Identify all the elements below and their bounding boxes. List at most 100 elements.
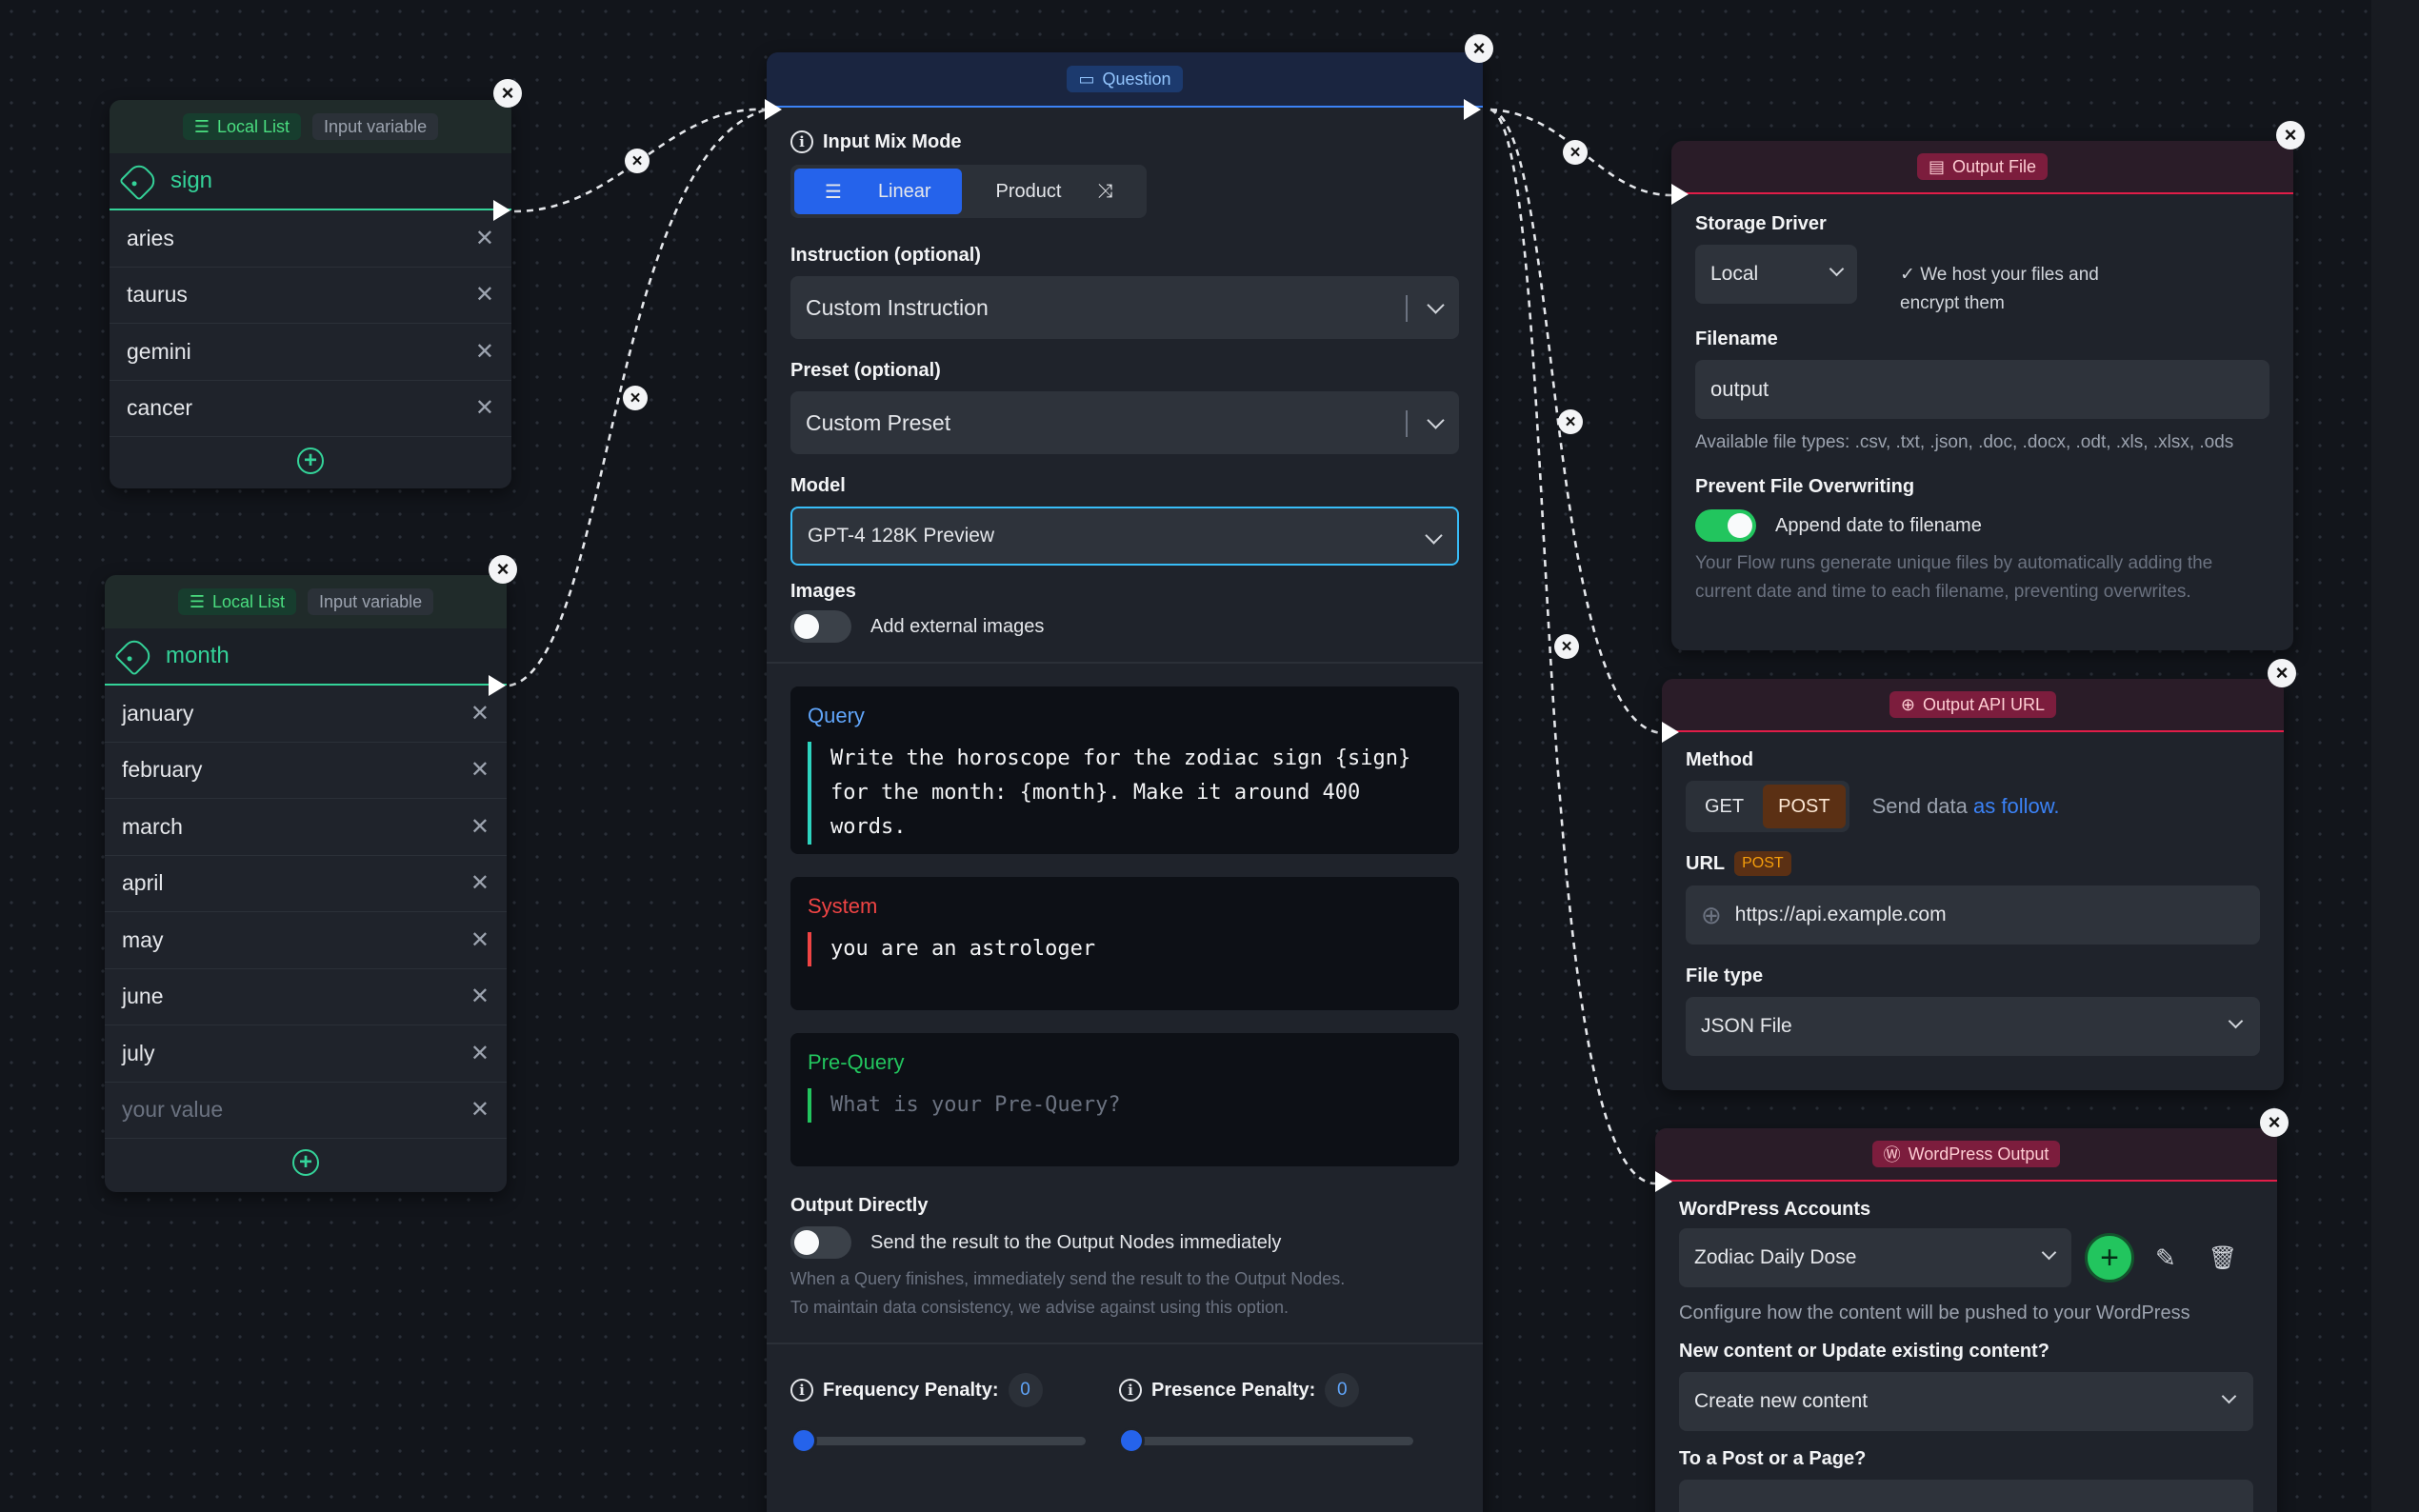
input-variable-tag: Input variable — [308, 588, 434, 615]
list-item[interactable]: march ✕ — [105, 799, 507, 856]
list-item[interactable]: taurus ✕ — [110, 268, 511, 324]
system-box[interactable]: System you are an astrologer — [790, 877, 1459, 1010]
output-directly-hint: When a Query finishes, immediately send … — [790, 1269, 1346, 1288]
list-item[interactable]: aries ✕ — [110, 210, 511, 268]
list-item[interactable]: january ✕ — [105, 686, 507, 743]
delete-node-icon[interactable]: × — [2276, 121, 2305, 149]
remove-item-icon[interactable]: ✕ — [470, 983, 490, 1010]
url-method-badge: POST — [1734, 851, 1791, 876]
prequery-box[interactable]: Pre-Query What is your Pre-Query? — [790, 1033, 1459, 1166]
output-handle[interactable] — [489, 675, 506, 696]
as-follow-link[interactable]: as follow. — [1973, 794, 2060, 818]
list-item[interactable]: cancer ✕ — [110, 381, 511, 437]
new-or-update-select[interactable]: Create new content — [1679, 1372, 2253, 1431]
remove-item-icon[interactable]: ✕ — [470, 1096, 490, 1124]
wire-delete-icon[interactable]: × — [1554, 634, 1579, 659]
method-get-button[interactable]: GET — [1689, 785, 1759, 828]
question-node[interactable]: ▭ Question i Input Mix Mode ☰ Linear Produ… — [767, 52, 1483, 1512]
remove-item-icon[interactable]: ✕ — [470, 700, 490, 727]
delete-node-icon[interactable]: × — [2260, 1108, 2289, 1137]
preset-select[interactable]: Custom Preset — [790, 391, 1459, 454]
mode-linear-button[interactable]: ☰ Linear — [794, 169, 962, 214]
output-api-node[interactable]: ⊕ Output API URL Method GET POST Send dat… — [1662, 679, 2284, 1090]
wordpress-accounts-label: WordPress Accounts — [1679, 1199, 1871, 1220]
output-file-node[interactable]: ▤ Output File Storage Driver Local ✓ We h… — [1671, 141, 2293, 650]
prequery-input[interactable]: What is your Pre-Query? — [808, 1088, 1442, 1123]
add-item-icon[interactable]: + — [292, 1149, 319, 1176]
input-handle[interactable] — [1655, 1171, 1672, 1192]
remove-item-icon[interactable]: ✕ — [475, 338, 494, 366]
remove-item-icon[interactable]: ✕ — [475, 225, 494, 252]
list-item[interactable]: april ✕ — [105, 856, 507, 912]
frequency-penalty-slider[interactable] — [798, 1437, 1086, 1445]
remove-item-icon[interactable]: ✕ — [475, 394, 494, 422]
mode-product-button[interactable]: Product ⤨ — [966, 169, 1144, 214]
remove-item-icon[interactable]: ✕ — [470, 1040, 490, 1067]
url-input[interactable]: ⊕ https://api.example.com — [1686, 885, 2260, 945]
input-mix-mode-label: Input Mix Mode — [823, 130, 962, 152]
list-item[interactable]: june ✕ — [105, 969, 507, 1025]
wire-delete-icon[interactable]: × — [1563, 140, 1588, 165]
delete-node-icon[interactable]: × — [1465, 34, 1493, 63]
remove-item-icon[interactable]: ✕ — [470, 756, 490, 784]
remove-item-icon[interactable]: ✕ — [475, 281, 494, 308]
model-select[interactable]: GPT-4 128K Preview — [790, 507, 1459, 566]
edit-icon[interactable]: ✎ — [2155, 1243, 2176, 1273]
variable-name[interactable]: sign — [170, 168, 212, 194]
wire-delete-icon[interactable]: × — [1558, 409, 1583, 434]
variable-name[interactable]: month — [166, 643, 230, 669]
output-file-badge: ▤ Output File — [1916, 153, 2049, 180]
remove-item-icon[interactable]: ✕ — [470, 813, 490, 841]
list-icon: ☰ — [189, 591, 205, 611]
delete-node-icon[interactable]: × — [489, 555, 517, 584]
wire-delete-icon[interactable]: × — [623, 386, 648, 410]
filename-input[interactable]: output — [1695, 360, 2269, 419]
storage-driver-select[interactable]: Local — [1695, 245, 1857, 304]
chevron-down-icon — [2221, 1388, 2237, 1404]
add-account-button[interactable]: + — [2085, 1233, 2134, 1283]
output-directly-toggle[interactable] — [790, 1226, 851, 1259]
wordpress-account-select[interactable]: Zodiac Daily Dose — [1679, 1228, 2071, 1287]
add-item-icon[interactable]: + — [297, 448, 324, 474]
remove-item-icon[interactable]: ✕ — [470, 926, 490, 954]
images-toggle[interactable] — [790, 610, 851, 643]
file-type-select[interactable]: JSON File — [1686, 997, 2260, 1056]
list-item[interactable]: july ✕ — [105, 1025, 507, 1083]
local-list-node-sign[interactable]: ☰ Local List Input variable sign aries ✕ t… — [110, 100, 511, 488]
output-handle[interactable] — [493, 200, 510, 221]
input-mix-mode-toggle[interactable]: ☰ Linear Product ⤨ — [790, 165, 1148, 218]
list-item[interactable]: gemini ✕ — [110, 324, 511, 381]
input-handle[interactable] — [1671, 184, 1689, 205]
input-handle[interactable] — [765, 99, 782, 120]
model-label: Model — [790, 475, 846, 496]
wordpress-output-node[interactable]: Ⓦ WordPress Output WordPress Accounts Zod… — [1655, 1128, 2277, 1512]
method-post-button[interactable]: POST — [1763, 785, 1846, 828]
info-icon[interactable]: i — [790, 1379, 813, 1402]
post-or-page-select[interactable] — [1679, 1480, 2253, 1512]
variable-name-row[interactable]: month — [105, 628, 507, 686]
new-item-input[interactable]: your value ✕ — [105, 1083, 507, 1139]
query-text[interactable]: Write the horoscope for the zodiac sign … — [808, 742, 1442, 845]
info-icon[interactable]: i — [790, 130, 813, 153]
variable-name-row[interactable]: sign — [110, 153, 511, 210]
info-icon[interactable]: i — [1119, 1379, 1142, 1402]
local-list-node-month[interactable]: ☰ Local List Input variable month january… — [105, 575, 507, 1192]
query-box[interactable]: Query Write the horoscope for the zodiac… — [790, 686, 1459, 854]
trash-icon[interactable]: 🗑 — [2209, 1244, 2237, 1272]
instruction-select[interactable]: Custom Instruction — [790, 276, 1459, 339]
frequency-penalty-thumb[interactable] — [790, 1427, 817, 1454]
query-title: Query — [808, 704, 865, 727]
input-handle[interactable] — [1662, 722, 1679, 743]
list-item[interactable]: february ✕ — [105, 743, 507, 799]
presence-penalty-slider[interactable] — [1126, 1437, 1413, 1445]
presence-penalty-thumb[interactable] — [1118, 1427, 1145, 1454]
remove-item-icon[interactable]: ✕ — [470, 869, 490, 897]
method-toggle[interactable]: GET POST — [1686, 781, 1849, 832]
list-item[interactable]: may ✕ — [105, 912, 507, 969]
delete-node-icon[interactable]: × — [493, 79, 522, 108]
output-handle[interactable] — [1464, 99, 1481, 120]
delete-node-icon[interactable]: × — [2268, 659, 2296, 687]
system-text[interactable]: you are an astrologer — [808, 932, 1442, 966]
append-date-toggle[interactable] — [1695, 509, 1756, 542]
wire-delete-icon[interactable]: × — [625, 149, 650, 173]
